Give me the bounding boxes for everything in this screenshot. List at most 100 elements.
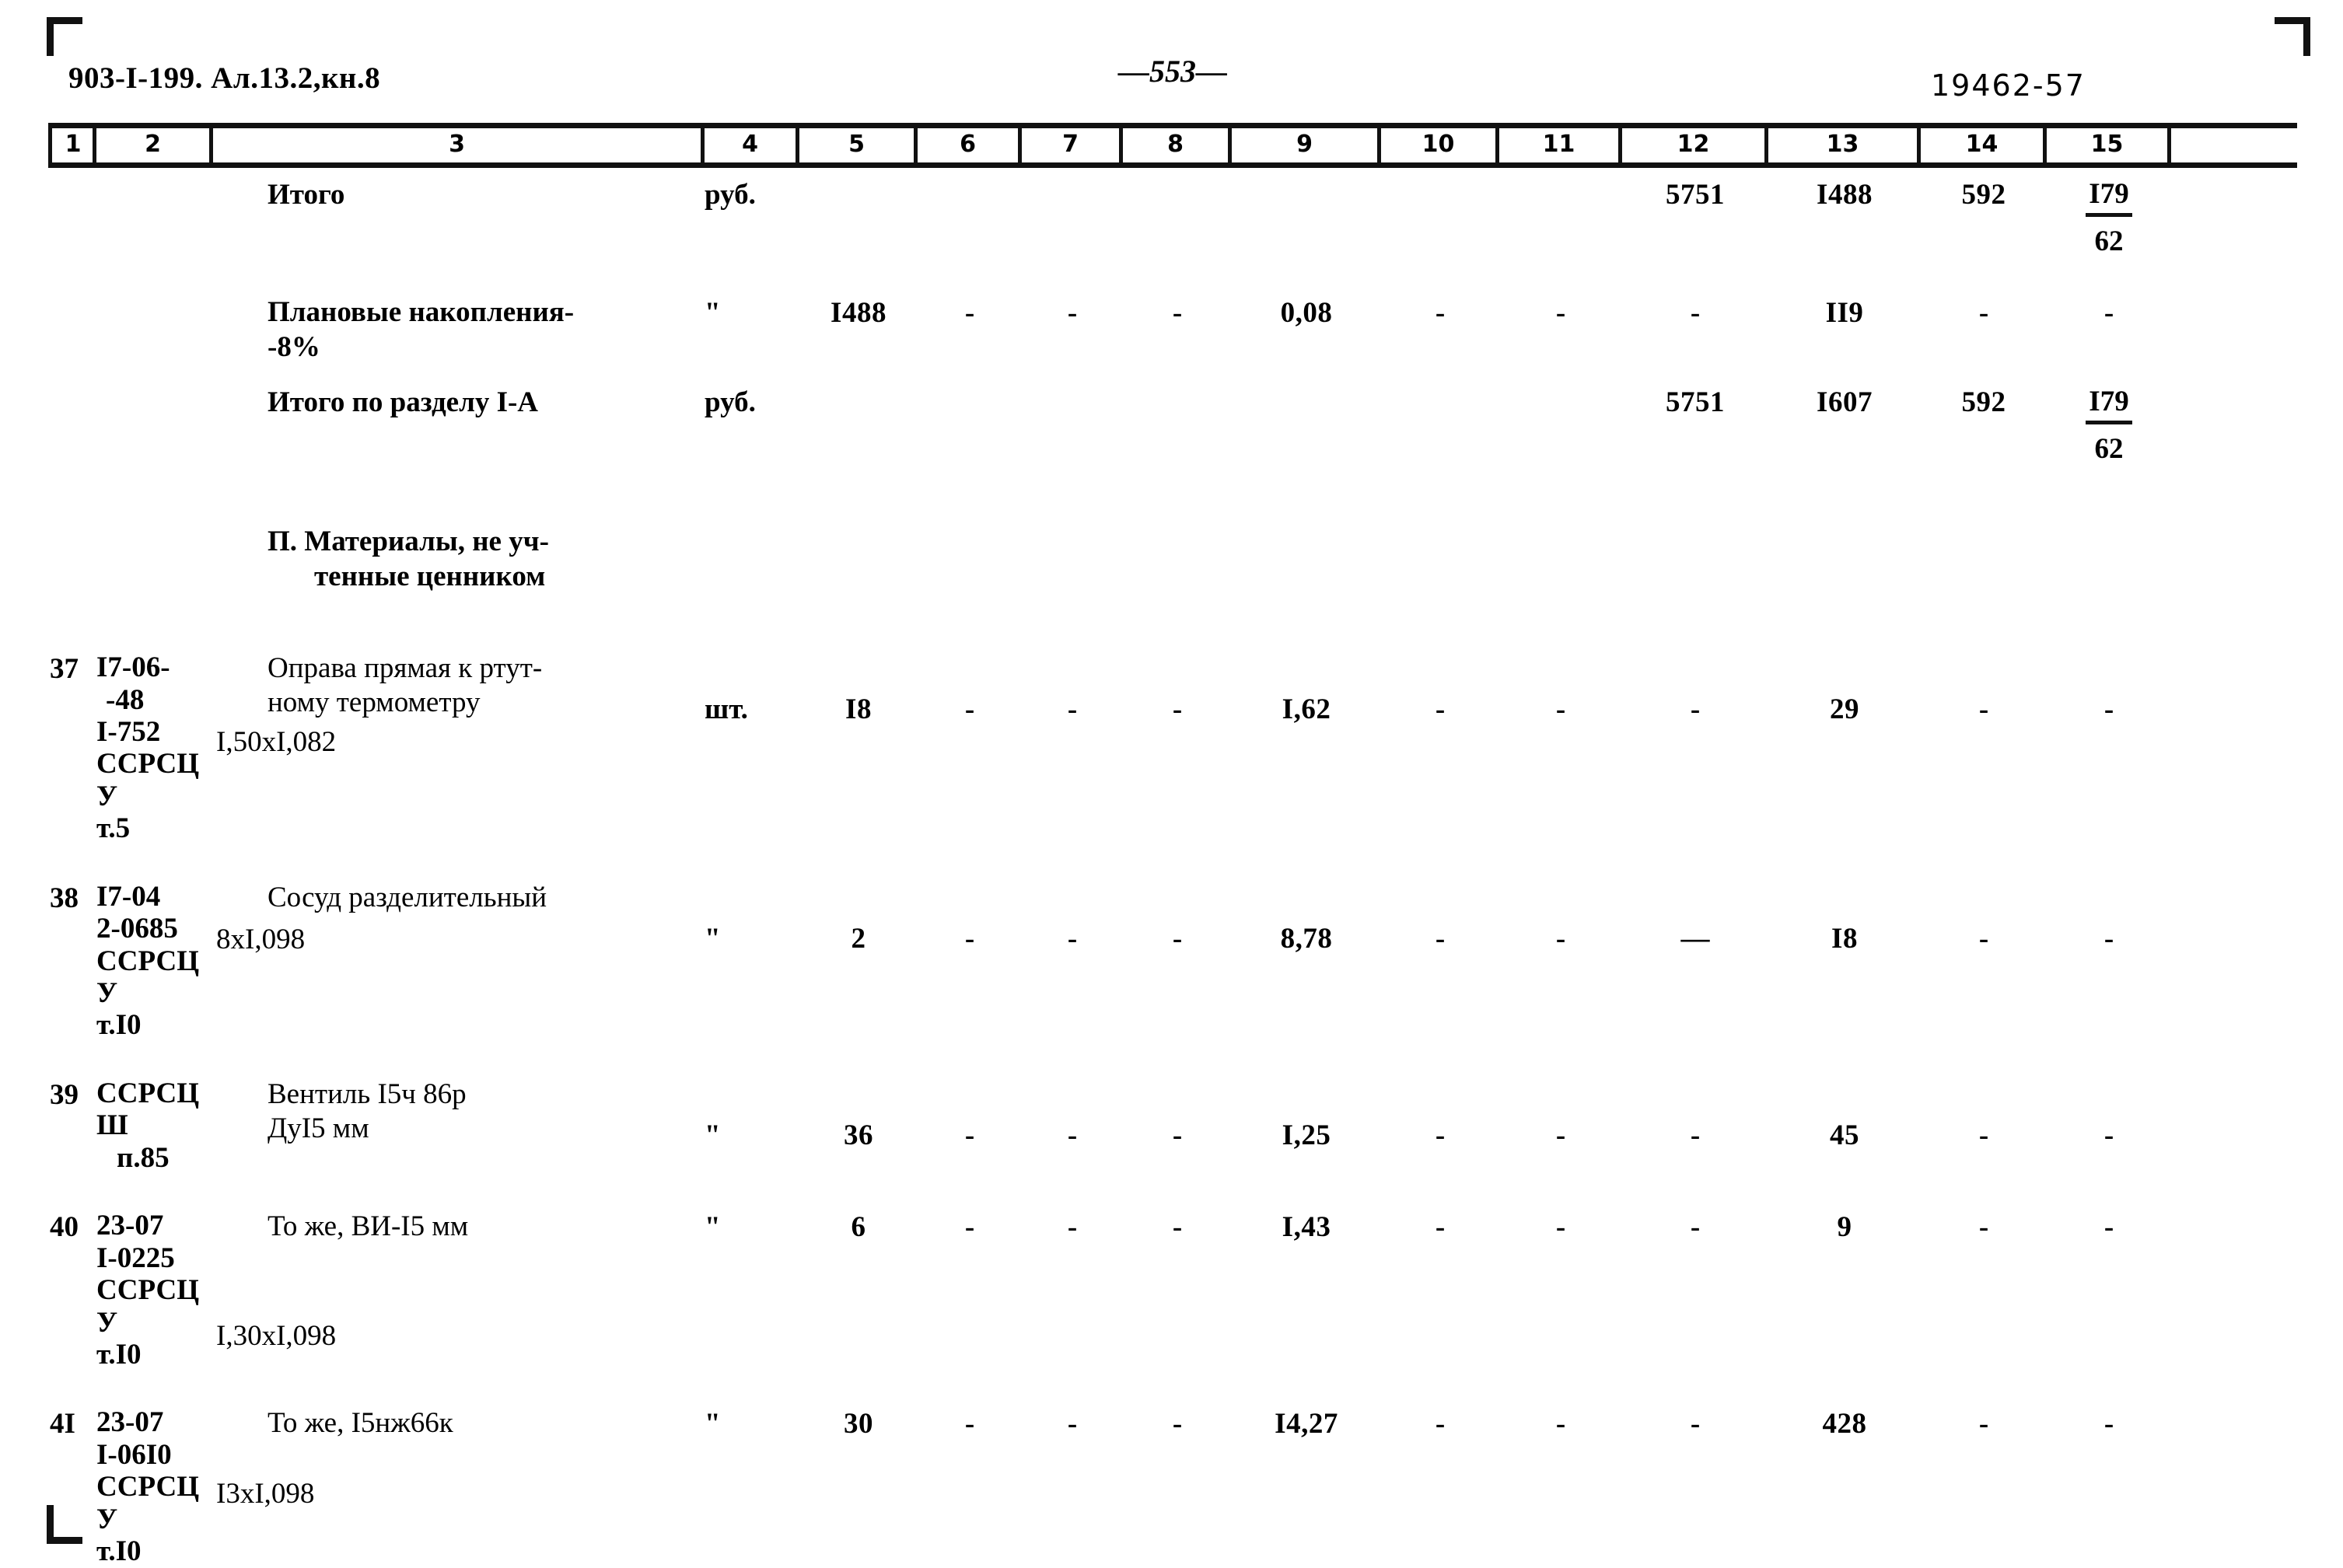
- row-col15: -: [2103, 922, 2114, 955]
- row-col11: -: [1555, 1211, 1566, 1244]
- section-title-line2: тенные ценником: [314, 560, 546, 592]
- table-row: Итого по разделу I-А руб. 5751 I607 592 …: [48, 385, 2297, 467]
- crop-mark-top-right: [2275, 17, 2310, 56]
- column-number-band: 1 2 3 4 5 6 7 8 9 10 11 12 13 14 15: [48, 123, 2297, 168]
- row-col5: 36: [844, 1119, 873, 1151]
- row-col15: -: [2103, 297, 2114, 330]
- row-col10: -: [1435, 693, 1446, 726]
- column-number-2: 2: [96, 128, 213, 162]
- column-number-5: 5: [799, 128, 918, 162]
- fraction-denominator: 62: [2094, 225, 2124, 257]
- table-row: 39 ССРСЦ Ш п.85 Вентиль I5ч 86р ДуI5 мм …: [48, 1077, 2297, 1174]
- row-code-line4: т.I0: [96, 1535, 142, 1568]
- row-number: 37: [50, 653, 79, 686]
- column-number-4: 4: [705, 128, 799, 162]
- row-description: Плановые накопления- -8%: [213, 295, 705, 365]
- archive-number-handwritten: 19462-57: [1931, 68, 2086, 103]
- row-unit-ditto: ": [705, 297, 721, 330]
- section-header-row: П. Материалы, не уч- тенные ценником: [48, 525, 2297, 594]
- row-col5: 6: [851, 1211, 866, 1244]
- row-col11: -: [1555, 922, 1566, 955]
- row-number: 39: [50, 1078, 79, 1111]
- table-row: 40 23-07 I-0225 ССРСЦ У т.I0 То же, ВИ-I…: [48, 1210, 2297, 1371]
- row-gap: [48, 467, 2297, 525]
- row-col13: I8: [1831, 922, 1858, 955]
- row-col8: -: [1172, 1119, 1183, 1151]
- row-col6: -: [964, 1211, 975, 1244]
- row-col9: I,43: [1282, 1211, 1331, 1244]
- row-unit: руб.: [705, 386, 756, 419]
- row-number: 4I: [50, 1408, 75, 1441]
- row-col7: -: [1067, 1119, 1078, 1151]
- fraction-numerator: I79: [2086, 177, 2132, 217]
- row-description-line3: I,50xI,082: [216, 725, 337, 758]
- column-number-15: 15: [2047, 128, 2171, 162]
- row-description-line2: ДуI5 мм: [268, 1112, 369, 1145]
- row-col14: -: [1978, 922, 1989, 955]
- crop-mark-top-left: [47, 17, 82, 56]
- row-code-line1: I7-04: [96, 880, 161, 913]
- page-number: —553—: [1118, 54, 1227, 89]
- row-col13: II9: [1825, 297, 1864, 330]
- table-row: Итого руб. 5751 I488 592 I79 62: [48, 177, 2297, 260]
- row-gap: [48, 1174, 2297, 1210]
- row-col11: -: [1555, 1408, 1566, 1441]
- row-description: Вентиль I5ч 86р ДуI5 мм: [213, 1077, 705, 1147]
- section-title-line1: П. Материалы, не уч-: [268, 526, 549, 558]
- row-code-line4: ССРСЦ У: [96, 748, 199, 812]
- column-number-3: 3: [213, 128, 705, 162]
- row-unit: шт.: [705, 693, 748, 726]
- row-col11: -: [1555, 297, 1566, 330]
- row-col6: -: [964, 693, 975, 726]
- row-col14: -: [1978, 297, 1989, 330]
- document-id: 903-I-199. Ал.13.2,кн.8: [68, 61, 381, 95]
- row-col5: I488: [831, 297, 886, 330]
- row-col13: I607: [1817, 386, 1873, 419]
- row-code-line1: 23-07: [96, 1210, 164, 1242]
- row-col14: -: [1978, 1211, 1989, 1244]
- row-description-spacer: [268, 1245, 705, 1319]
- row-description: Оправа прямая к ртут- ному термометру I,…: [213, 651, 705, 760]
- row-unit-ditto: ": [705, 1211, 721, 1244]
- row-col12: -: [1690, 1119, 1701, 1151]
- row-col15: -: [2103, 1211, 2114, 1244]
- row-code-line4: т.I0: [96, 1338, 142, 1371]
- row-number: 38: [50, 882, 79, 914]
- row-code-line4: т.I0: [96, 1009, 142, 1042]
- row-col14: 592: [1961, 179, 2006, 211]
- row-code: I7-04 2-0685 ССРСЦ У т.I0: [96, 881, 213, 1042]
- row-col12: 5751: [1666, 386, 1725, 419]
- row-description-line1: Плановые накопления-: [268, 296, 575, 329]
- row-description-line1: Оправа прямая к ртут-: [268, 652, 543, 685]
- row-col7: -: [1067, 1211, 1078, 1244]
- row-col13: I488: [1817, 179, 1873, 211]
- row-description-line2: -8%: [268, 330, 320, 363]
- row-col12: -: [1690, 693, 1701, 726]
- row-number: 40: [50, 1211, 79, 1244]
- row-col9: 0,08: [1280, 297, 1333, 330]
- fraction-numerator: I79: [2086, 385, 2132, 424]
- row-code-line5: т.5: [96, 812, 131, 845]
- column-number-1: 1: [48, 128, 96, 162]
- row-col5: I8: [845, 693, 872, 726]
- row-col10: -: [1435, 1211, 1446, 1244]
- row-gap: [48, 594, 2297, 651]
- row-code: 23-07 I-0225 ССРСЦ У т.I0: [96, 1210, 213, 1371]
- row-code-line3: I-752: [96, 715, 161, 748]
- row-col6: -: [964, 297, 975, 330]
- row-code-line2: -48: [106, 683, 145, 716]
- column-number-7: 7: [1022, 128, 1123, 162]
- row-code-line3: ССРСЦ У: [96, 1471, 199, 1535]
- row-code: ССРСЦ Ш п.85: [96, 1077, 213, 1174]
- row-gap: [48, 365, 2297, 385]
- row-col6: -: [964, 1119, 975, 1151]
- row-description-line1: Вентиль I5ч 86р: [268, 1077, 467, 1110]
- row-code-line3: ССРСЦ У: [96, 1274, 199, 1339]
- column-number-8: 8: [1123, 128, 1232, 162]
- row-col5: 30: [844, 1408, 873, 1441]
- table-row: 4I 23-07 I-06I0 ССРСЦ У т.I0 То же, I5нж…: [48, 1406, 2297, 1567]
- table-row: 38 I7-04 2-0685 ССРСЦ У т.I0 Сосуд разде…: [48, 881, 2297, 1042]
- row-description: Сосуд разделительный 8xI,098: [213, 881, 705, 958]
- row-code-line1: ССРСЦ Ш: [96, 1077, 199, 1142]
- row-description-line1: Сосуд разделительный: [268, 881, 547, 913]
